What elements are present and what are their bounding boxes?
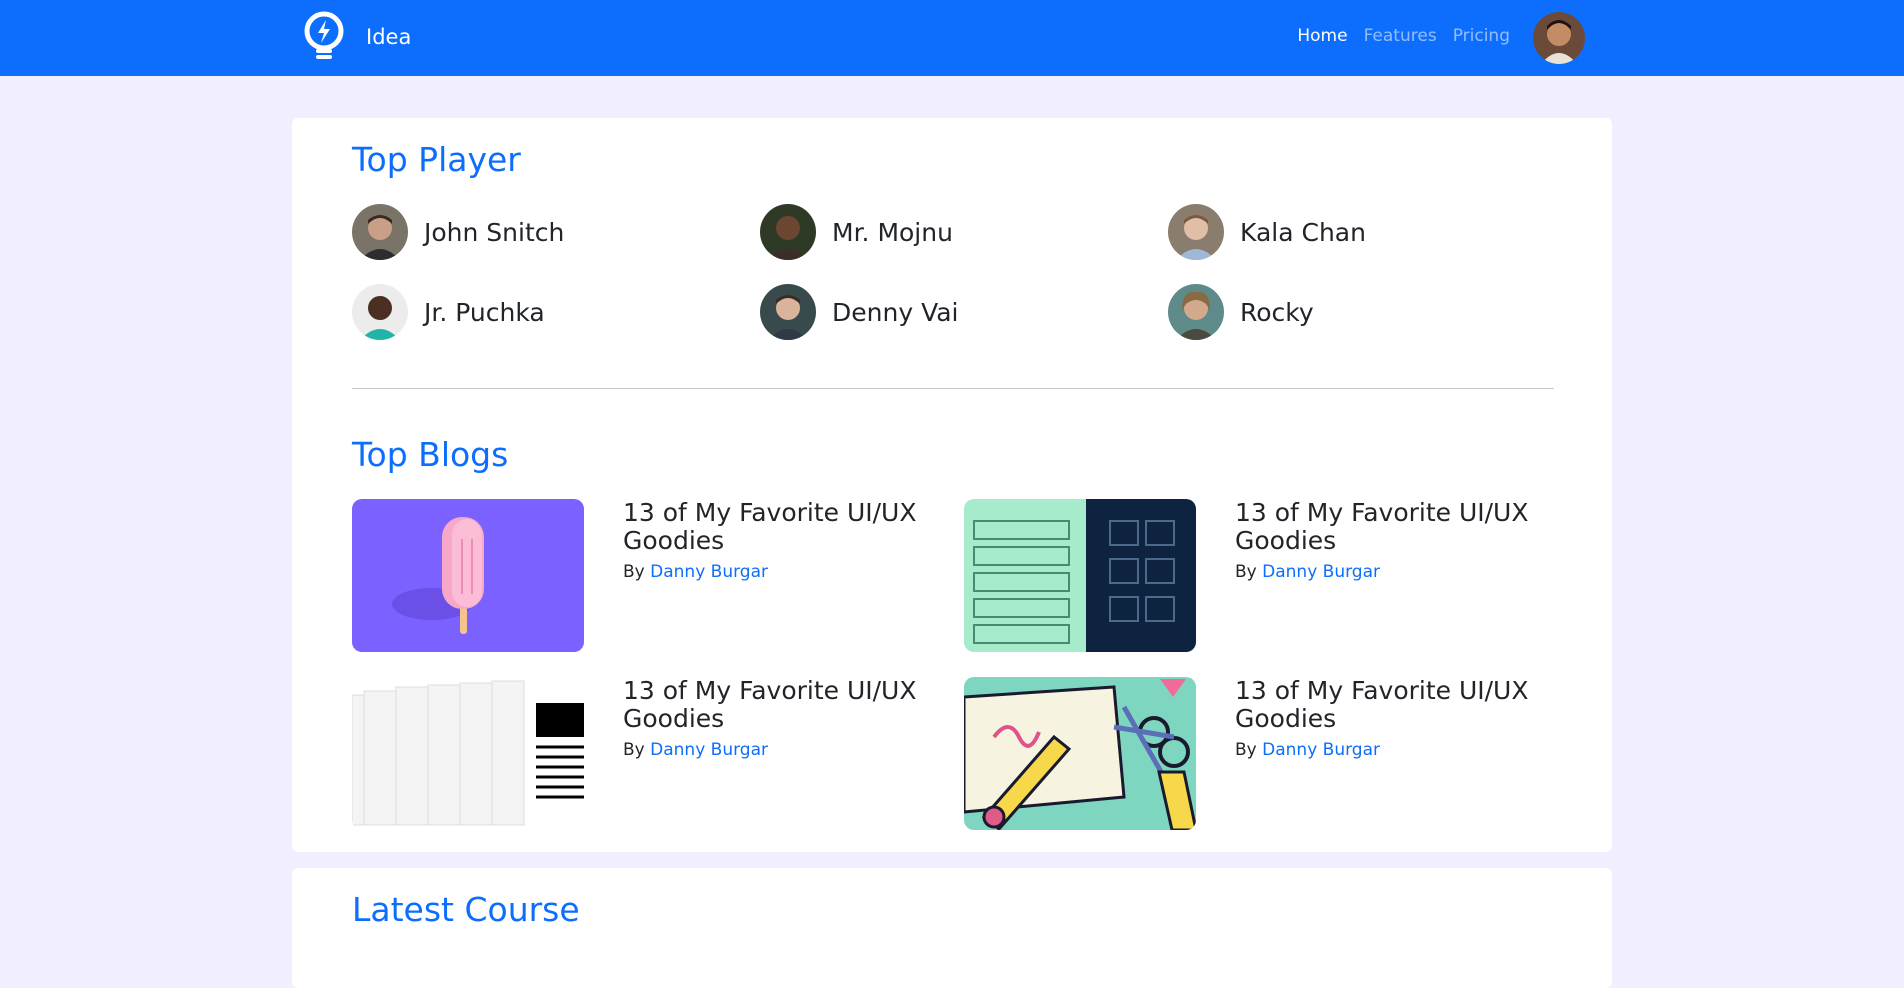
blog-item[interactable]: 13 of My Favorite UI/UX Goodies By Danny… (352, 499, 916, 652)
blog-title[interactable]: 13 of My Favorite UI/UX Goodies (623, 499, 923, 555)
player-name: Denny Vai (832, 297, 959, 327)
player-name: John Snitch (424, 217, 565, 247)
blog-byline: By Danny Burgar (623, 740, 923, 760)
byline-prefix: By (1235, 740, 1257, 760)
user-avatar-image (1533, 12, 1585, 64)
avatar (1168, 284, 1224, 340)
author-link[interactable]: Danny Burgar (1262, 562, 1380, 582)
blog-thumbnail (352, 499, 584, 652)
avatar (352, 284, 408, 340)
latest-course-title: Latest Course (352, 890, 580, 929)
blog-item[interactable]: 13 of My Favorite UI/UX Goodies By Danny… (964, 499, 1528, 652)
blog-byline: By Danny Burgar (1235, 740, 1535, 760)
nav-home[interactable]: Home (1297, 26, 1347, 46)
top-player-title: Top Player (352, 140, 521, 179)
divider (352, 388, 1554, 389)
author-link[interactable]: Danny Burgar (650, 562, 768, 582)
latest-course-card: Latest Course (292, 868, 1612, 988)
nav-pricing[interactable]: Pricing (1453, 26, 1510, 46)
player-item[interactable]: Rocky (1168, 284, 1314, 340)
main-card: Top Player John Snitch Mr. Mojnu Kala Ch… (292, 118, 1612, 852)
blog-thumbnail (352, 677, 584, 830)
blog-body: 13 of My Favorite UI/UX Goodies By Danny… (1235, 499, 1535, 652)
nav-links: Home Features Pricing (1297, 26, 1510, 46)
avatar (1168, 204, 1224, 260)
lightbulb-logo-icon (304, 11, 344, 59)
blog-body: 13 of My Favorite UI/UX Goodies By Danny… (1235, 677, 1535, 830)
blog-thumbnail (964, 677, 1196, 830)
blog-item[interactable]: 13 of My Favorite UI/UX Goodies By Danny… (352, 677, 916, 830)
nav-features[interactable]: Features (1364, 26, 1437, 46)
player-name: Rocky (1240, 297, 1314, 327)
player-item[interactable]: John Snitch (352, 204, 564, 260)
byline-prefix: By (623, 740, 645, 760)
player-item[interactable]: Jr. Puchka (352, 284, 545, 340)
author-link[interactable]: Danny Burgar (1262, 740, 1380, 760)
author-link[interactable]: Danny Burgar (650, 740, 768, 760)
player-item[interactable]: Mr. Mojnu (760, 204, 953, 260)
wireframe-illustration (964, 499, 1196, 652)
user-avatar[interactable] (1533, 12, 1585, 64)
top-blogs-title: Top Blogs (352, 435, 509, 474)
player-name: Kala Chan (1240, 217, 1366, 247)
documents-illustration (352, 677, 584, 830)
player-name: Mr. Mojnu (832, 217, 953, 247)
blog-item[interactable]: 13 of My Favorite UI/UX Goodies By Danny… (964, 677, 1528, 830)
blog-thumbnail (964, 499, 1196, 652)
blog-body: 13 of My Favorite UI/UX Goodies By Danny… (623, 677, 923, 830)
blog-byline: By Danny Burgar (623, 562, 923, 582)
blog-byline: By Danny Burgar (1235, 562, 1535, 582)
brand[interactable]: Idea (302, 11, 411, 63)
blog-title[interactable]: 13 of My Favorite UI/UX Goodies (623, 677, 923, 733)
avatar (760, 204, 816, 260)
avatar (352, 204, 408, 260)
blog-title[interactable]: 13 of My Favorite UI/UX Goodies (1235, 677, 1535, 733)
blog-title[interactable]: 13 of My Favorite UI/UX Goodies (1235, 499, 1535, 555)
player-item[interactable]: Denny Vai (760, 284, 959, 340)
popsicle-illustration (352, 499, 584, 652)
craft-tools-illustration (964, 677, 1196, 830)
blog-body: 13 of My Favorite UI/UX Goodies By Danny… (623, 499, 923, 652)
byline-prefix: By (1235, 562, 1257, 582)
brand-name: Idea (366, 25, 412, 49)
avatar (760, 284, 816, 340)
player-item[interactable]: Kala Chan (1168, 204, 1366, 260)
player-name: Jr. Puchka (424, 297, 545, 327)
navbar: Idea Home Features Pricing (0, 0, 1904, 76)
byline-prefix: By (623, 562, 645, 582)
